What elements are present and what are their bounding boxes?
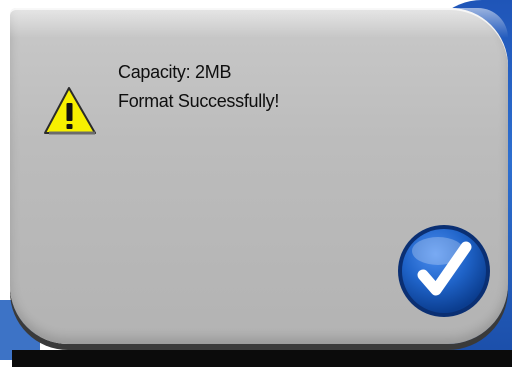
status-line: Format Successfully! bbox=[118, 91, 280, 111]
warning-icon bbox=[42, 85, 98, 137]
dialog-gloss bbox=[10, 8, 508, 38]
ok-button[interactable] bbox=[396, 223, 494, 321]
checkmark-icon bbox=[398, 225, 490, 317]
message-text: Capacity: 2MB Format Successfully! bbox=[118, 58, 279, 116]
dialog-shadow bbox=[12, 350, 512, 367]
screen: Capacity: 2MB Format Successfully! bbox=[0, 0, 512, 367]
capacity-line: Capacity: 2MB bbox=[118, 62, 232, 82]
